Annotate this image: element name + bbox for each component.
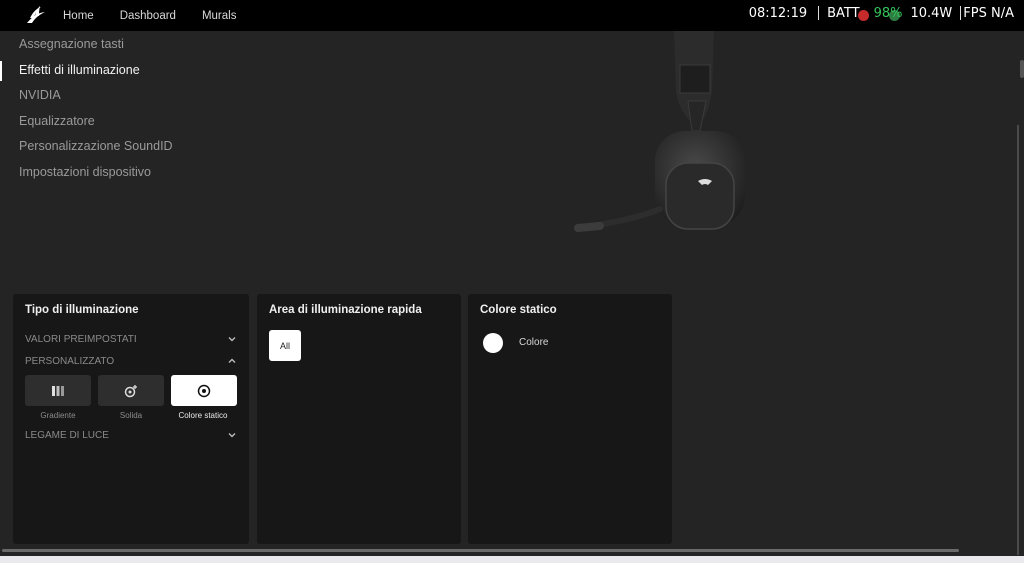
chevron-down-icon	[228, 433, 236, 438]
presets-accordion[interactable]: VALORI PREIMPOSTATI	[25, 330, 237, 348]
performance-overlay: 08:12:19 BATT 98% 10.4W FPS N/A	[749, 0, 1014, 26]
presets-label: VALORI PREIMPOSTATI	[25, 333, 137, 345]
gradient-button[interactable]	[25, 375, 91, 406]
nav-murals[interactable]: Murals	[202, 10, 237, 22]
lighting-type-panel: Tipo di illuminazione VALORI PREIMPOSTAT…	[13, 294, 249, 544]
static-color-label: Colore statico	[178, 411, 228, 420]
power-readout: 10.4W	[910, 5, 953, 21]
gradient-icon	[52, 385, 64, 396]
divider	[960, 6, 962, 20]
panel-title: Area di illuminazione rapida	[269, 304, 422, 316]
top-bar: Home Dashboard Murals 08:12:19 BATT 98% …	[0, 0, 1024, 31]
chevron-up-icon	[228, 358, 236, 363]
static-color-button[interactable]	[171, 375, 237, 406]
scroll-handle[interactable]	[1020, 60, 1024, 78]
headset-image	[574, 31, 745, 232]
panel-title: Tipo di illuminazione	[25, 304, 139, 316]
clock: 08:12:19	[748, 5, 808, 21]
color-swatch[interactable]	[483, 333, 503, 353]
menu-item-soundid[interactable]: Personalizzazione SoundID	[0, 134, 173, 160]
lighting-type-options	[25, 375, 237, 406]
light-link-accordion[interactable]: LEGAME DI LUCE	[25, 426, 237, 444]
fps-readout: FPS N/A	[963, 5, 1014, 21]
solid-label: Solida	[119, 411, 143, 420]
menu-item-nvidia[interactable]: NVIDIA	[0, 83, 173, 109]
menu-item-lighting-effects[interactable]: Effetti di illuminazione	[0, 58, 173, 84]
solid-button[interactable]	[98, 375, 164, 406]
panel-title: Colore statico	[480, 304, 557, 316]
static-color-icon	[197, 384, 211, 397]
color-label: Colore	[519, 337, 549, 348]
menu-item-key-assignment[interactable]: Assegnazione tasti	[0, 32, 173, 58]
chevron-down-icon	[228, 337, 236, 342]
vertical-scrollbar[interactable]	[1017, 125, 1019, 555]
light-link-label: LEGAME DI LUCE	[25, 429, 109, 441]
divider	[818, 6, 820, 20]
quick-lighting-area-panel: Area di illuminazione rapida All	[257, 294, 461, 544]
nav-home[interactable]: Home	[63, 10, 94, 22]
horizontal-scrollbar[interactable]	[2, 549, 959, 552]
all-zones-button[interactable]: All	[269, 330, 301, 361]
corsair-logo-icon	[27, 6, 45, 23]
static-color-panel: Colore statico Colore	[468, 294, 672, 544]
battery-label: BATT	[827, 5, 860, 21]
menu-item-equalizer[interactable]: Equalizzatore	[0, 109, 173, 135]
custom-label: PERSONALIZZATO	[25, 355, 115, 367]
custom-accordion[interactable]: PERSONALIZZATO	[25, 352, 237, 370]
menu-item-device-settings[interactable]: Impostazioni dispositivo	[0, 160, 173, 186]
solid-color-icon	[124, 384, 137, 397]
top-nav: Home Dashboard Murals	[63, 0, 262, 31]
gradient-label: Gradiente	[40, 411, 76, 420]
battery-value: 98%	[873, 5, 903, 21]
taskbar-edge	[0, 556, 1024, 563]
device-menu: Assegnazione tasti Effetti di illuminazi…	[0, 32, 173, 186]
nav-dashboard[interactable]: Dashboard	[120, 10, 176, 22]
